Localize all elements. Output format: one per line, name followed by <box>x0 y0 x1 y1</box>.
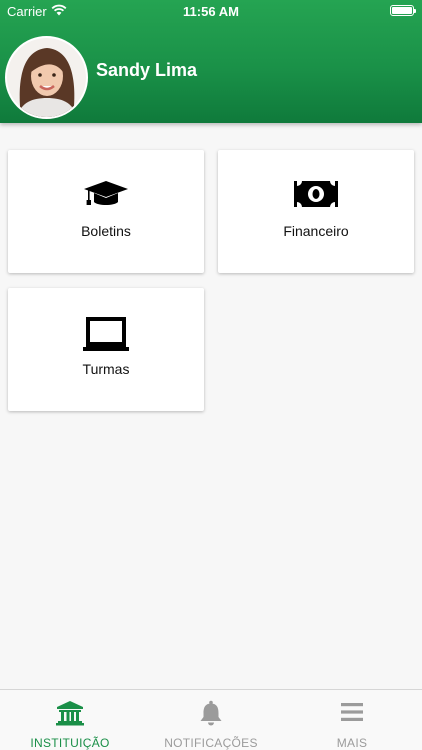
graduation-cap-icon <box>8 178 204 210</box>
boletins-label: Boletins <box>81 223 131 239</box>
status-bar: Carrier 11:56 AM <box>0 0 422 22</box>
user-name: Sandy Lima <box>96 60 198 80</box>
user-photo-icon <box>7 38 86 117</box>
tab-mais-label: MAIS <box>336 736 368 750</box>
turmas-label: Turmas <box>82 361 130 377</box>
tab-instituicao[interactable]: INSTITUIÇÃO <box>0 690 140 750</box>
turmas-card[interactable]: Turmas <box>8 288 204 411</box>
profile-header: Carrier 11:56 AM Sandy Lima <box>0 0 422 123</box>
tab-notificacoes-label: NOTIFICAÇÕES <box>164 736 258 750</box>
tab-instituicao-label: INSTITUIÇÃO <box>30 736 110 750</box>
financeiro-label: Financeiro <box>283 223 349 239</box>
battery-icon <box>390 5 416 16</box>
boletins-card[interactable]: Boletins <box>8 150 204 273</box>
tab-mais[interactable]: MAIS <box>282 690 422 750</box>
tab-notificacoes[interactable]: NOTIFICAÇÕES <box>140 690 282 750</box>
status-time: 11:56 AM <box>183 4 239 19</box>
financeiro-card[interactable]: Financeiro <box>218 150 414 273</box>
institution-icon <box>0 700 140 726</box>
menu-icon <box>282 700 422 726</box>
bell-icon <box>140 700 282 726</box>
money-bill-icon <box>218 178 414 210</box>
tab-bar: INSTITUIÇÃO NOTIFICAÇÕES MAIS <box>0 689 422 750</box>
avatar[interactable] <box>5 36 88 119</box>
chalkboard-icon <box>8 316 204 351</box>
